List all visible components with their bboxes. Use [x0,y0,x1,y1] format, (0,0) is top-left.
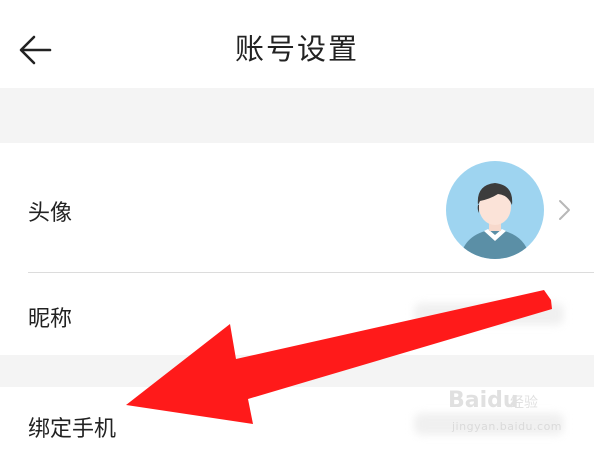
avatar-row[interactable]: 头像 [0,143,594,273]
nickname-label: 昵称 [28,307,73,332]
bind-phone-label: 绑定手机 [28,417,117,442]
watermark-logo: Baidu [448,388,519,413]
avatar-label: 头像 [28,201,73,226]
baidu-watermark: Baidu 经验 jingyan.baidu.com [448,382,568,442]
section-gap [0,88,594,143]
page-title: 账号设置 [234,32,359,66]
top-bar: 账号设置 [0,0,594,88]
watermark-url: jingyan.baidu.com [452,420,563,433]
avatar-image [446,161,544,259]
chevron-right-icon [556,199,572,221]
nickname-value-blurred [414,303,564,325]
avatar[interactable] [446,161,544,259]
account-settings-page: 账号设置 头像 昵称 绑定手机 Baidu 经验 jingyan.baidu.c… [0,0,594,450]
nickname-row[interactable]: 昵称 [0,273,594,355]
watermark-sub: 经验 [510,395,538,411]
